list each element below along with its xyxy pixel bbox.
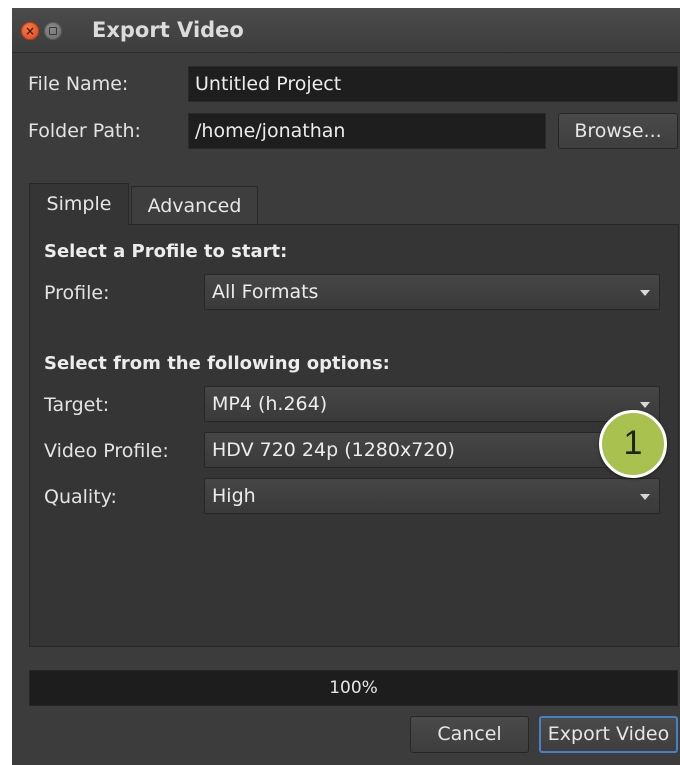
quality-label: Quality: bbox=[44, 486, 117, 508]
minimize-button[interactable] bbox=[44, 22, 62, 40]
profile-dropdown[interactable]: All Formats bbox=[204, 274, 660, 310]
target-label: Target: bbox=[44, 394, 110, 416]
minimize-icon bbox=[49, 27, 57, 35]
video-profile-value: HDV 720 24p (1280x720) bbox=[212, 439, 455, 461]
export-video-button[interactable]: Export Video bbox=[539, 716, 678, 753]
tab-simple[interactable]: Simple bbox=[29, 183, 129, 225]
callout-badge: 1 bbox=[599, 410, 667, 478]
folder-path-label: Folder Path: bbox=[28, 120, 141, 142]
target-value: MP4 (h.264) bbox=[212, 393, 328, 415]
profile-section-heading: Select a Profile to start: bbox=[44, 241, 288, 262]
file-name-input[interactable]: Untitled Project bbox=[188, 66, 678, 102]
tab-advanced[interactable]: Advanced bbox=[131, 186, 258, 224]
browse-button[interactable]: Browse... bbox=[558, 113, 678, 149]
chevron-down-icon bbox=[640, 494, 650, 500]
quality-dropdown[interactable]: High bbox=[204, 478, 660, 514]
profile-value: All Formats bbox=[212, 281, 319, 303]
window-title: Export Video bbox=[92, 18, 244, 42]
close-button[interactable]: × bbox=[21, 22, 39, 40]
target-dropdown[interactable]: MP4 (h.264) bbox=[204, 386, 660, 422]
progress-text: 100% bbox=[329, 678, 378, 698]
profile-label: Profile: bbox=[44, 282, 110, 304]
chevron-down-icon bbox=[640, 290, 650, 296]
export-video-dialog: × Export Video File Name: Untitled Proje… bbox=[12, 8, 680, 765]
export-progress-bar: 100% bbox=[29, 670, 678, 706]
options-section-heading: Select from the following options: bbox=[44, 353, 390, 374]
close-icon: × bbox=[24, 24, 36, 38]
cancel-button[interactable]: Cancel bbox=[410, 716, 529, 753]
quality-value: High bbox=[212, 485, 256, 507]
video-profile-label: Video Profile: bbox=[44, 440, 169, 462]
file-name-label: File Name: bbox=[28, 73, 129, 95]
video-profile-dropdown[interactable]: HDV 720 24p (1280x720) bbox=[204, 432, 660, 468]
chevron-down-icon bbox=[640, 402, 650, 408]
title-bar: × Export Video bbox=[12, 8, 680, 53]
folder-path-input[interactable]: /home/jonathan bbox=[188, 113, 546, 149]
